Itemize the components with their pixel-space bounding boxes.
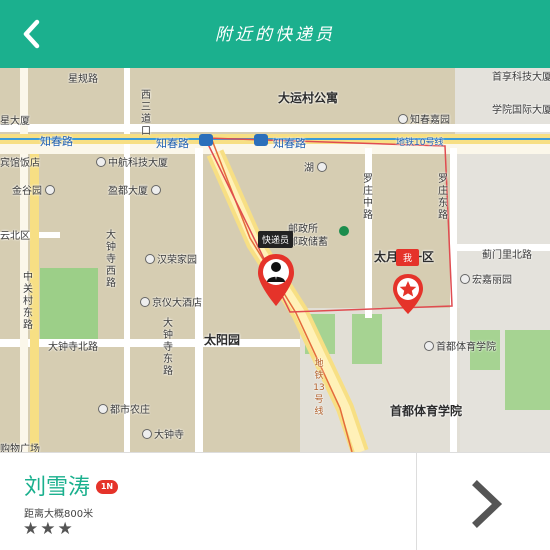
map-view[interactable]: 星规路 星大厦 西三道口 大运村公寓 首享科技大厦 学院国际大厦 知春嘉园 知春… bbox=[0, 68, 550, 452]
metro-label: 地铁13号线 bbox=[313, 359, 325, 417]
place-label: 星大厦 bbox=[0, 116, 30, 127]
courier-detail-button[interactable] bbox=[417, 453, 550, 550]
road-label: 大钟寺北路 bbox=[48, 342, 98, 353]
courier-distance: 距离大概800米 bbox=[24, 509, 94, 520]
road-label: 西三道口 bbox=[141, 90, 151, 137]
road-label: 罗庄中路 bbox=[363, 174, 373, 221]
place-label: 宾馆饭店 bbox=[0, 158, 40, 169]
poi-icon bbox=[96, 157, 106, 167]
poi-label: 京仪大酒店 bbox=[140, 294, 202, 309]
poi-icon bbox=[142, 429, 152, 439]
road-label: 大钟寺西路 bbox=[106, 230, 116, 289]
poi-icon bbox=[460, 274, 470, 284]
chevron-right-icon bbox=[472, 480, 503, 528]
road-label: 大钟寺东路 bbox=[163, 318, 173, 377]
poi-icon bbox=[151, 185, 161, 195]
poi-label: 中航科技大厦 bbox=[96, 154, 168, 169]
top-bar: 附近的快递员 bbox=[0, 0, 550, 68]
poi-label: 盈都大厦 bbox=[108, 182, 163, 197]
road-label: 知春路 bbox=[273, 137, 306, 150]
my-location-marker bbox=[390, 272, 426, 316]
road-label: 知春路 bbox=[156, 137, 189, 150]
courier-level-badge: 1N bbox=[96, 480, 118, 494]
road-label: 罗庄东路 bbox=[438, 174, 448, 221]
poi-label: 湖 bbox=[304, 159, 329, 174]
place-label: 大运村公寓 bbox=[278, 91, 339, 105]
poi-icon bbox=[140, 297, 150, 307]
poi-label: 都市农庄 bbox=[98, 401, 150, 416]
poi-label: 大钟寺 bbox=[142, 426, 184, 441]
poi-icon bbox=[145, 254, 155, 264]
courier-marker[interactable] bbox=[256, 252, 296, 308]
poi-icon bbox=[98, 404, 108, 414]
courier-info[interactable]: 刘雪涛 1N 距离大概800米 ★★★ bbox=[0, 453, 416, 550]
poi-label: 知春嘉园 bbox=[398, 111, 450, 126]
place-label: 学院国际大厦 bbox=[492, 105, 550, 116]
place-label: 首享科技大厦 bbox=[492, 72, 550, 83]
road-label: 蓟门里北路 bbox=[482, 250, 532, 261]
courier-info-panel: 刘雪涛 1N 距离大概800米 ★★★ bbox=[0, 452, 550, 550]
poi-label: 汉荣家园 bbox=[145, 251, 197, 266]
me-marker-label: 我 bbox=[396, 249, 420, 266]
place-label: 云北区 bbox=[0, 231, 30, 242]
poi-label: 金谷园 bbox=[12, 182, 57, 197]
poi-icon bbox=[424, 341, 434, 351]
place-label: 购物广场 bbox=[0, 444, 40, 452]
place-label: 首都体育学院 bbox=[390, 404, 463, 418]
poi-icon bbox=[317, 162, 327, 172]
place-label: 太阳园 bbox=[204, 333, 241, 347]
courier-rating-stars: ★★★ bbox=[23, 519, 75, 539]
place-label: 邮政储蓄 bbox=[288, 237, 328, 248]
poi-icon bbox=[45, 185, 55, 195]
road-label: 星规路 bbox=[68, 74, 98, 85]
star-pin-icon bbox=[393, 274, 423, 314]
courier-marker-label: 快递员 bbox=[258, 231, 294, 248]
poi-label: 宏嘉丽园 bbox=[460, 271, 512, 286]
poi-icon bbox=[398, 114, 408, 124]
courier-name: 刘雪涛 bbox=[24, 475, 91, 500]
courier-avatar-pin-icon bbox=[258, 254, 294, 306]
page-title: 附近的快递员 bbox=[215, 25, 335, 45]
metro-label: 地铁10号线 bbox=[396, 138, 444, 148]
poi-label: 首都体育学院 bbox=[424, 338, 496, 353]
road-label: 中关村东路 bbox=[23, 272, 33, 331]
road-label: 知春路 bbox=[40, 135, 73, 148]
